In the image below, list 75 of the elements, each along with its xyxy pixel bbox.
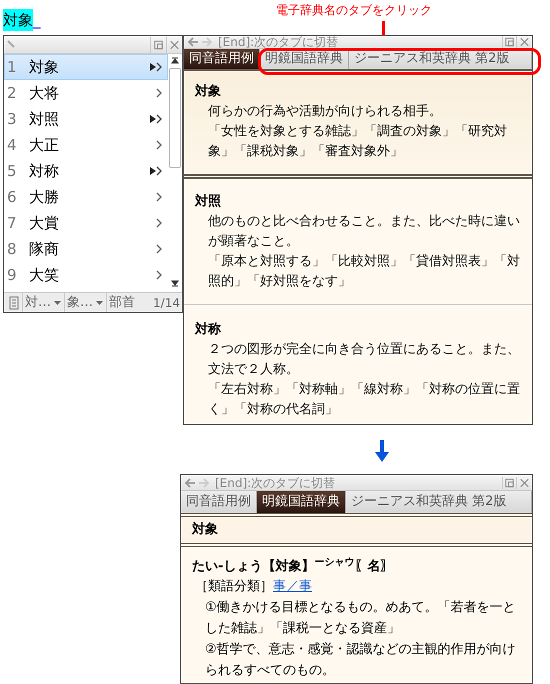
- input-cursor: _: [33, 10, 40, 31]
- entry-headline: たい-しょう【対象】$^{ーシャウ}$〖名〗: [192, 557, 394, 576]
- back-arrow-icon[interactable]: [186, 36, 200, 48]
- restore-icon[interactable]: [502, 476, 516, 488]
- candidate-item[interactable]: 3 対照: [4, 106, 168, 132]
- candidate-item[interactable]: 1 対象: [4, 54, 168, 80]
- entry-text: 「原本と対照する」「比較対照」「貸借対照表」「対照的」「好対照をなす」: [207, 252, 521, 290]
- chevron-right-icon[interactable]: [155, 243, 163, 255]
- filter-dropdown[interactable]: 対…: [22, 292, 64, 312]
- candidate-number: 4: [7, 134, 18, 156]
- candidate-text: 大将: [29, 82, 60, 104]
- entry-heading: 対照: [195, 192, 222, 210]
- chevron-right-icon[interactable]: [155, 217, 163, 229]
- category-link[interactable]: 事／事: [273, 577, 312, 597]
- candidate-text: 大笑: [29, 264, 60, 286]
- candidate-number: 9: [7, 264, 18, 286]
- candidate-text: 大正: [29, 134, 60, 156]
- candidate-number: 6: [7, 186, 18, 208]
- candidate-text: 大賞: [29, 212, 60, 234]
- sense-text: ①働きかける目標となるもの。めあて。「若者を一とした雑誌」「課税一となる資産」: [204, 599, 517, 638]
- entry-text: 何らかの行為や活動が向けられる相手。: [207, 102, 443, 120]
- scrollbar-thumb[interactable]: [169, 68, 181, 168]
- entry-text: 「左右対称」「対称軸」「線対称」「対称の位置に置く」「対称の代名詞」: [207, 380, 521, 418]
- down-arrow-icon: [375, 440, 389, 462]
- candidate-text: 大勝: [29, 186, 60, 208]
- candidate-item[interactable]: 9 大笑: [4, 262, 168, 288]
- caret-icon: [95, 300, 104, 306]
- candidate-number: 5: [7, 160, 18, 182]
- annotation-text: 電子辞典名のタブをクリック: [276, 2, 432, 19]
- candidate-number: 2: [7, 82, 18, 104]
- candidate-number: 7: [7, 212, 18, 234]
- candidate-item[interactable]: 7 大賞: [4, 210, 168, 236]
- candidate-item[interactable]: 2 大将: [4, 80, 168, 106]
- radical-button[interactable]: 部首: [106, 292, 137, 312]
- entry-header: 対象: [181, 513, 532, 547]
- double-arrow-icon[interactable]: [149, 113, 163, 125]
- entry-heading: 対象: [195, 82, 222, 100]
- dictionary-tab[interactable]: ジーニアス和英辞典 第2版: [349, 49, 532, 68]
- scroll-bottom-icon[interactable]: [170, 278, 180, 288]
- candidate-text: 対象: [29, 56, 60, 78]
- double-arrow-icon[interactable]: [149, 165, 163, 177]
- candidate-item[interactable]: 6 大勝: [4, 184, 168, 210]
- window-title: [End]:次のタブに切替: [218, 36, 340, 48]
- chevron-right-icon[interactable]: [155, 87, 163, 99]
- chevron-right-icon[interactable]: [155, 139, 163, 151]
- chevron-right-icon[interactable]: [155, 269, 163, 281]
- entry-text: 「女性を対象とする雑誌」「調査の対象」「研究対象」「課税対象」「審査対象外」: [207, 122, 508, 160]
- candidate-item[interactable]: 8 隊商: [4, 236, 168, 262]
- candidate-item[interactable]: 4 大正: [4, 132, 168, 158]
- dictionary-tab[interactable]: 同音語用例: [184, 49, 260, 68]
- double-arrow-icon[interactable]: [149, 61, 163, 73]
- candidate-text: 隊商: [29, 238, 60, 260]
- candidate-number: 3: [7, 108, 18, 130]
- dictionary-tab[interactable]: ジーニアス和英辞典 第2版: [346, 491, 532, 513]
- chevron-right-icon[interactable]: [155, 191, 163, 203]
- caret-icon: [53, 300, 62, 306]
- page-indicator: 1/14: [153, 294, 181, 312]
- scroll-top-icon[interactable]: [170, 56, 180, 66]
- candidate-number: 1: [7, 56, 18, 78]
- filter-dropdown[interactable]: 象…: [64, 292, 106, 312]
- candidate-number: 8: [7, 238, 18, 260]
- input-text: 対象: [3, 9, 33, 31]
- back-arrow-icon[interactable]: [183, 476, 197, 488]
- candidate-text: 対照: [29, 108, 60, 130]
- entry-text: 他のものと比べ合わせること。また、比べた時に違いが顕著なこと。: [207, 212, 521, 250]
- entry-text: ２つの図形が完全に向き合う位置にあること。また、文法で２人称。: [207, 340, 521, 378]
- candidate-text: 対称: [29, 160, 60, 182]
- restore-icon[interactable]: [502, 36, 516, 48]
- candidate-item[interactable]: 5 対称: [4, 158, 168, 184]
- window-title: [End]:次のタブに切替: [215, 476, 336, 488]
- category-label: ［類語分類］: [195, 578, 273, 596]
- dictionary-tab[interactable]: 同音語用例: [181, 491, 257, 513]
- sense-text: ②哲学で、意志・感覚・認識などの主観的作用が向けられるすべてのもの。: [204, 641, 517, 680]
- dictionary-tab[interactable]: 明鏡国語辞典: [257, 491, 346, 513]
- entry-heading: 対称: [195, 320, 222, 338]
